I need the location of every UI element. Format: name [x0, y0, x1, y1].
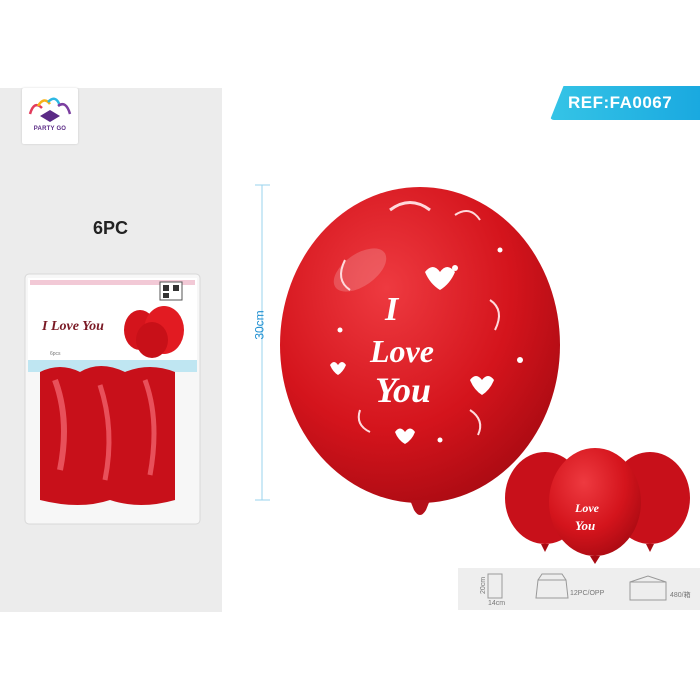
- balloon-print-love: Love: [369, 333, 434, 369]
- per-opp: 12PC/OPP: [570, 590, 605, 597]
- size-indicator: [255, 184, 270, 501]
- bag-width: 14cm: [488, 600, 506, 607]
- small-balloons: You Love: [505, 448, 690, 564]
- package-image: I Love You 6pcs: [24, 273, 201, 525]
- bag-height: 20cm: [480, 576, 487, 594]
- small-balloon-print-love: Love: [574, 501, 600, 515]
- balloon-print-i: I: [384, 291, 400, 328]
- package-count: 6pcs: [50, 351, 61, 357]
- carton-icon: [629, 575, 667, 601]
- size-label: 30cm: [252, 310, 267, 340]
- per-carton: 480/箱: [670, 592, 691, 599]
- balloon-print-you: You: [375, 370, 431, 410]
- opp-box-icon: [535, 579, 569, 599]
- bag-icon: [487, 573, 503, 599]
- package-title: I Love You: [41, 319, 104, 334]
- small-balloon-print: You: [575, 518, 595, 533]
- specs-strip: 20cm 14cm 12PC/OPP 480/箱: [458, 568, 700, 610]
